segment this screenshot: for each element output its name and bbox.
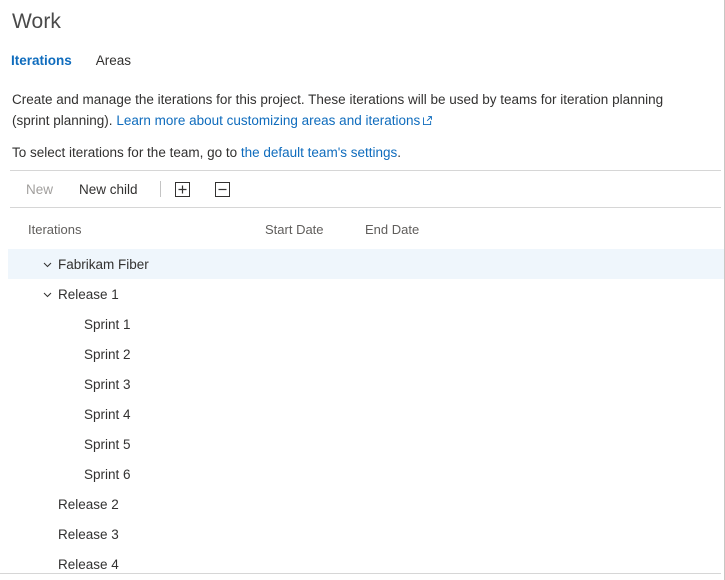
grid-row[interactable]: Sprint 1 [0, 309, 724, 339]
grid-cell-iteration-name: Sprint 6 [0, 467, 265, 482]
grid-row[interactable]: Sprint 3 [0, 369, 724, 399]
collapse-all-button[interactable] [211, 177, 235, 201]
external-link-icon [423, 116, 432, 125]
learn-more-link-label: Learn more about customizing areas and i… [116, 113, 420, 128]
learn-more-link[interactable]: Learn more about customizing areas and i… [116, 113, 432, 128]
grid-row-label: Sprint 6 [84, 467, 131, 482]
grid-row-label: Release 2 [58, 497, 119, 512]
column-header-start-date: Start Date [265, 222, 365, 237]
tab-bar: Iterations Areas [11, 52, 155, 74]
chevron-down-icon[interactable] [40, 257, 54, 271]
grid-cell-iteration-name: Sprint 3 [0, 377, 265, 392]
grid-row[interactable]: Release 2 [0, 489, 724, 519]
team-settings-paragraph: To select iterations for the team, go to… [12, 142, 702, 163]
grid-row-label: Sprint 3 [84, 377, 131, 392]
collapse-all-icon [215, 182, 230, 197]
grid-cell-iteration-name: Sprint 1 [0, 317, 265, 332]
grid-row-label: Sprint 5 [84, 437, 131, 452]
grid-row[interactable]: Release 1 [0, 279, 724, 309]
grid-cell-iteration-name: Sprint 5 [0, 437, 265, 452]
grid-row-label: Fabrikam Fiber [58, 257, 149, 272]
grid-header-row: Iterations Start Date End Date [0, 209, 724, 249]
description-paragraph: Create and manage the iterations for thi… [12, 89, 702, 131]
grid-cell-iteration-name: Release 2 [0, 497, 265, 512]
grid-row[interactable]: Sprint 2 [0, 339, 724, 369]
page-title: Work [12, 10, 61, 34]
default-team-settings-link[interactable]: the default team's settings [241, 145, 397, 160]
grid-row[interactable]: Fabrikam Fiber [8, 249, 724, 279]
column-header-end-date: End Date [365, 222, 545, 237]
toolbar-separator [160, 181, 161, 197]
chevron-down-icon[interactable] [40, 287, 54, 301]
grid-row-label: Sprint 4 [84, 407, 131, 422]
grid-bottom-divider [0, 573, 721, 574]
grid-cell-iteration-name: Release 4 [0, 557, 265, 572]
grid-row[interactable]: Sprint 6 [0, 459, 724, 489]
tab-iterations[interactable]: Iterations [11, 52, 72, 74]
grid-row-label: Release 3 [58, 527, 119, 542]
grid-toolbar: New New child [10, 170, 721, 208]
iterations-grid: Iterations Start Date End Date Fabrikam … [0, 209, 724, 579]
new-button[interactable]: New [16, 178, 63, 201]
grid-row-label: Sprint 1 [84, 317, 131, 332]
team-settings-text: To select iterations for the team, go to [12, 145, 241, 160]
grid-cell-iteration-name: Release 1 [0, 287, 265, 302]
work-settings-page: Work Iterations Areas Create and manage … [0, 0, 725, 580]
tab-areas[interactable]: Areas [96, 52, 131, 74]
grid-row[interactable]: Sprint 4 [0, 399, 724, 429]
grid-row[interactable]: Sprint 5 [0, 429, 724, 459]
expand-all-button[interactable] [171, 177, 195, 201]
grid-cell-iteration-name: Release 3 [0, 527, 265, 542]
grid-row-label: Sprint 2 [84, 347, 131, 362]
grid-cell-iteration-name: Sprint 2 [0, 347, 265, 362]
grid-row[interactable]: Release 4 [0, 549, 724, 579]
grid-row-label: Release 1 [58, 287, 119, 302]
expand-all-icon [175, 182, 190, 197]
grid-cell-iteration-name: Fabrikam Fiber [28, 257, 293, 272]
team-settings-period: . [397, 145, 401, 160]
grid-cell-iteration-name: Sprint 4 [0, 407, 265, 422]
column-header-iterations: Iterations [0, 222, 265, 237]
grid-body: Fabrikam Fiber Release 1 Sprint 1 Sprint 2 S… [0, 249, 724, 579]
grid-row-label: Release 4 [58, 557, 119, 572]
grid-row[interactable]: Release 3 [0, 519, 724, 549]
new-child-button[interactable]: New child [69, 178, 148, 201]
